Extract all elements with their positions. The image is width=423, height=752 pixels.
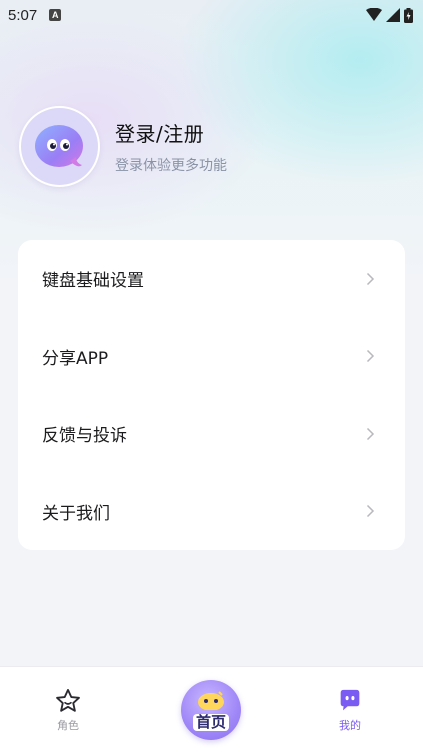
chevron-right-icon: [366, 272, 375, 286]
signal-icon: [386, 8, 400, 22]
mascot-face-icon: [198, 690, 224, 710]
menu-item-label: 反馈与投诉: [42, 426, 127, 447]
menu-item-label: 键盘基础设置: [42, 271, 144, 292]
status-time: 5:07: [8, 6, 38, 24]
tab-role[interactable]: 角色: [38, 687, 98, 733]
login-register-link[interactable]: 登录/注册: [115, 118, 227, 147]
chevron-right-icon: [366, 427, 375, 441]
menu-item-keyboard-settings[interactable]: 键盘基础设置: [18, 240, 405, 318]
mine-bubble-icon: [340, 689, 360, 711]
menu-item-label: 关于我们: [42, 503, 110, 524]
menu-item-label: 分享APP: [42, 348, 109, 369]
menu-item-feedback[interactable]: 反馈与投诉: [18, 395, 405, 473]
tab-mine-label: 我的: [339, 719, 361, 732]
tab-role-label: 角色: [57, 719, 79, 732]
notification-badge: A: [49, 9, 62, 21]
home-button[interactable]: 首页: [181, 680, 241, 740]
menu-item-about-us[interactable]: 关于我们: [18, 473, 405, 551]
tab-mine[interactable]: 我的: [320, 687, 380, 733]
status-bar: 5:07 A: [0, 0, 423, 30]
home-label: 首页: [192, 713, 229, 731]
mascot-avatar-icon: [34, 124, 83, 167]
battery-icon: [404, 7, 413, 23]
star-icon: [56, 688, 80, 712]
settings-menu: 键盘基础设置 分享APP 反馈与投诉 关于我们: [18, 240, 405, 550]
login-hint: 登录体验更多功能: [115, 158, 227, 174]
profile-section[interactable]: 登录/注册 登录体验更多功能: [19, 106, 227, 187]
menu-item-share-app[interactable]: 分享APP: [18, 318, 405, 396]
chevron-right-icon: [366, 504, 375, 518]
status-icons: [366, 7, 413, 23]
avatar[interactable]: [19, 106, 100, 187]
wifi-icon: [366, 8, 382, 21]
chevron-right-icon: [366, 349, 375, 363]
